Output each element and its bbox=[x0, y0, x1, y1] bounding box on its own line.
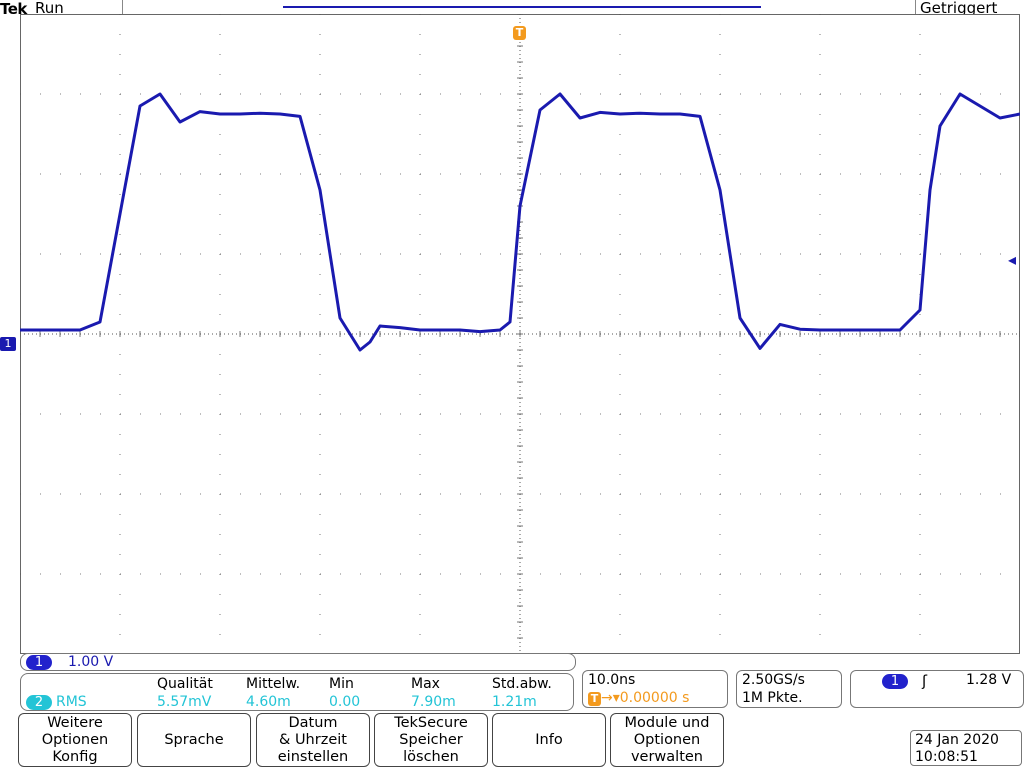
trigger-level-arrow-icon[interactable]: ◂ bbox=[1008, 250, 1016, 269]
meas-header-stddev: Std.abw. bbox=[492, 676, 552, 692]
timebase-per-div: 10.0ns bbox=[588, 672, 636, 688]
softkey-manage-modules[interactable]: Module und Optionen verwalten bbox=[610, 713, 724, 767]
softkey-more-options-config[interactable]: Weitere Optionen Konfig bbox=[18, 713, 132, 767]
waveform-ch1 bbox=[20, 92, 1020, 352]
trigger-position-marker[interactable]: T bbox=[513, 24, 526, 40]
ch1-marker-icon: 1 bbox=[0, 337, 16, 351]
meas-value-quality: 5.57mV bbox=[157, 694, 212, 710]
meas-header-max: Max bbox=[411, 676, 440, 692]
measurement-type: RMS bbox=[56, 694, 87, 710]
rising-edge-icon: ʃ bbox=[922, 672, 928, 690]
trigger-level: 1.28 V bbox=[966, 672, 1012, 688]
meas-value-max: 7.90m bbox=[411, 694, 456, 710]
softkey-set-date-time[interactable]: Datum & Uhrzeit einstellen bbox=[256, 713, 370, 767]
ch2-badge[interactable]: 2 bbox=[26, 695, 52, 710]
meas-value-mean: 4.60m bbox=[246, 694, 291, 710]
trigger-marker-icon: T bbox=[513, 26, 526, 40]
time: 10:08:51 bbox=[915, 749, 978, 765]
record-window-indicator bbox=[283, 6, 761, 8]
meas-header-mean: Mittelw. bbox=[246, 676, 301, 692]
softkey-info[interactable]: Info bbox=[492, 713, 606, 767]
meas-header-min: Min bbox=[329, 676, 354, 692]
sample-rate: 2.50GS/s bbox=[742, 672, 805, 688]
ch1-volts-per-div: 1.00 V bbox=[68, 654, 114, 670]
record-length: 1M Pkte. bbox=[742, 690, 803, 706]
trigger-small-icon: T bbox=[588, 692, 601, 706]
date: 24 Jan 2020 bbox=[915, 732, 999, 748]
meas-header-quality: Qualität bbox=[157, 676, 213, 692]
meas-value-stddev: 1.21m bbox=[492, 694, 537, 710]
ch1-ground-marker[interactable]: 1 bbox=[0, 335, 16, 351]
trigger-source-badge: 1 bbox=[882, 674, 908, 689]
softkey-teksecure-erase[interactable]: TekSecure Speicher löschen bbox=[374, 713, 488, 767]
meas-value-min: 0.00 bbox=[329, 694, 361, 710]
timebase-position-value: →▾0.00000 s bbox=[601, 690, 690, 706]
ch1-badge[interactable]: 1 bbox=[26, 655, 52, 670]
softkey-language[interactable]: Sprache bbox=[137, 713, 251, 767]
graticule bbox=[20, 14, 1020, 654]
timebase-position: T →▾0.00000 s bbox=[588, 690, 689, 706]
